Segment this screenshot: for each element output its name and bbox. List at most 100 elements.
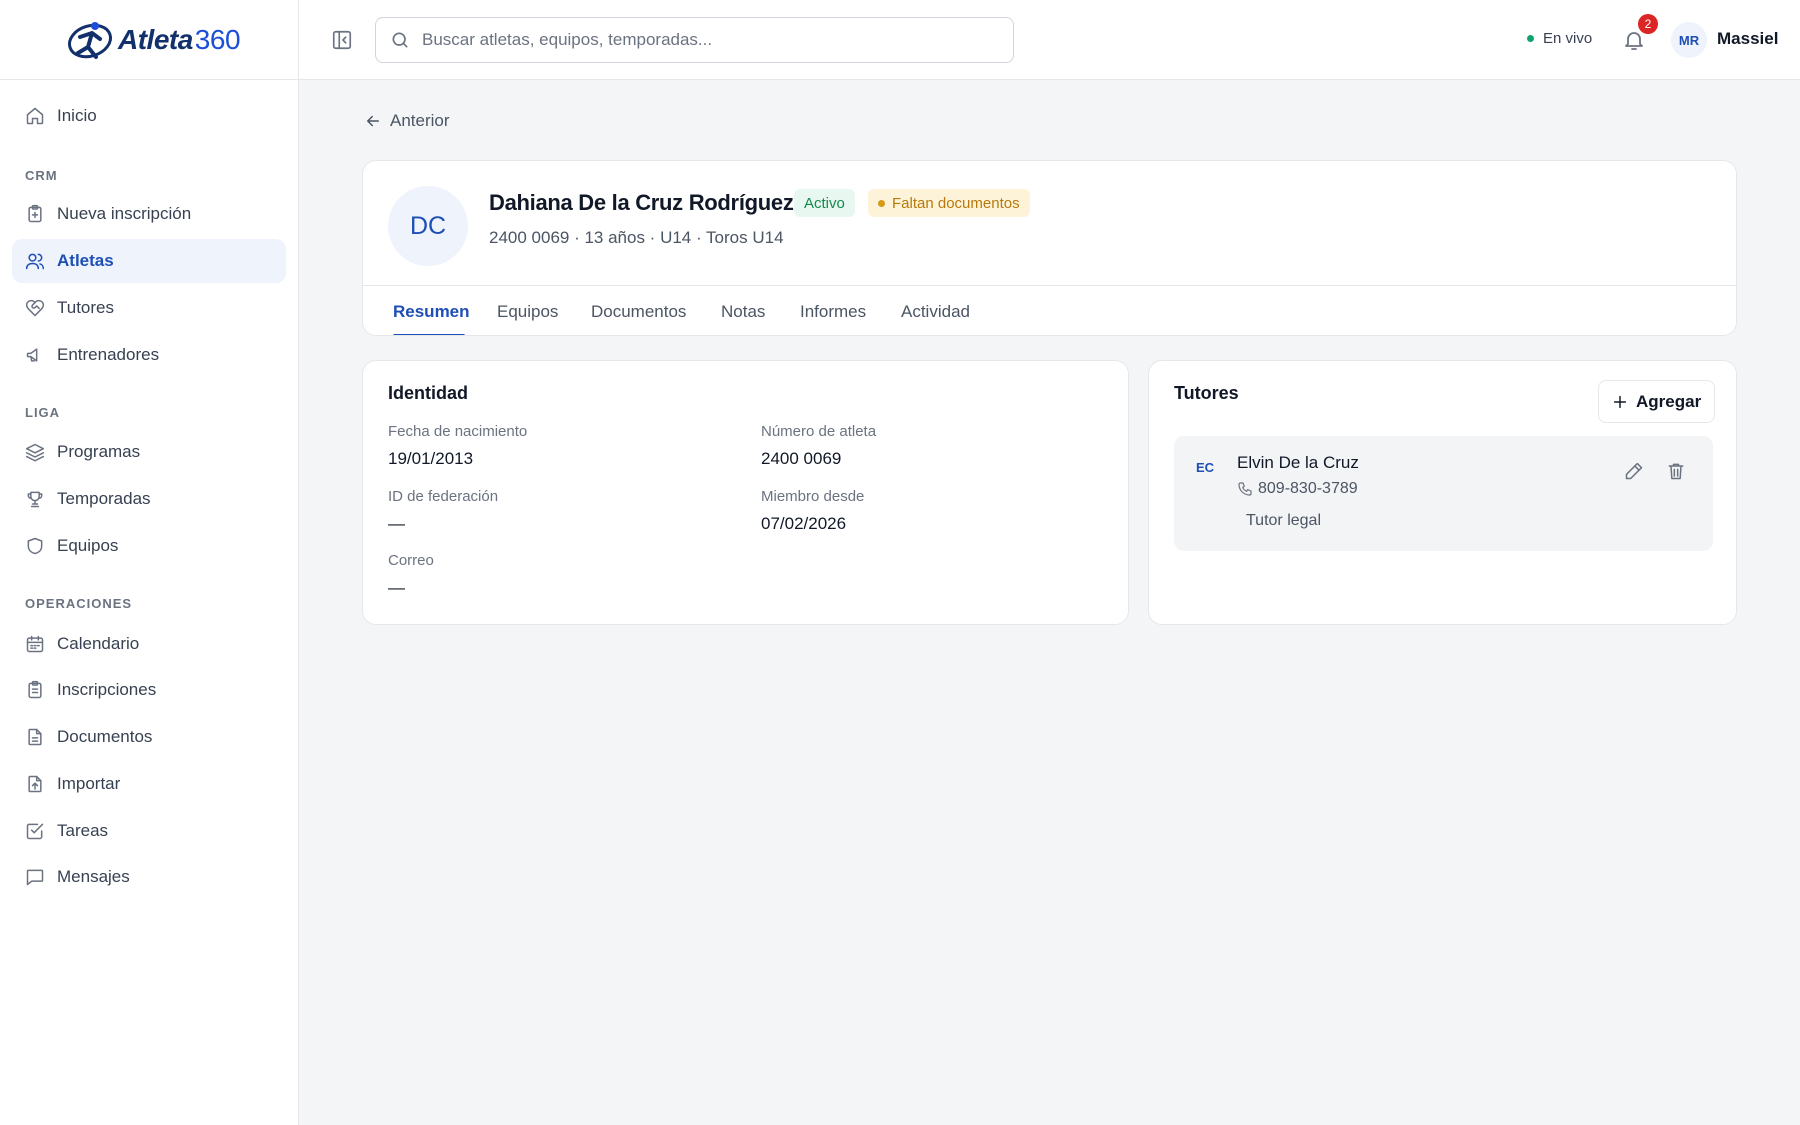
sidebar-item-label: Atletas — [57, 251, 114, 270]
layers-icon — [25, 443, 45, 462]
sidebar-item-label: Entrenadores — [57, 345, 160, 364]
sidebar-item-documentos[interactable]: Documentos — [12, 715, 286, 759]
live-dot-icon — [1527, 35, 1534, 42]
megaphone-icon — [26, 348, 38, 362]
sidebar-toggle-icon[interactable] — [331, 29, 353, 51]
calendar-icon — [26, 635, 44, 653]
sidebar-item-label: Tutores — [57, 298, 115, 317]
back-link[interactable]: Anterior — [364, 111, 450, 131]
sidebar-item-programas[interactable]: Programas — [12, 430, 286, 474]
tutor-avatar: EC — [1196, 460, 1215, 475]
missing-documents-badge: Faltan documentos — [868, 189, 1030, 217]
document-icon — [28, 728, 42, 746]
tutors-card: Tutores Agregar EC Elvin De la Cruz 809-… — [1148, 360, 1737, 625]
sidebar-item-entrenadores[interactable]: Entrenadores — [12, 333, 286, 377]
sidebar-item-inicio[interactable]: Inicio — [12, 94, 286, 138]
athlete-subtitle: 2400 0069 · 13 años · U14 · Toros U14 — [489, 228, 784, 247]
tutor-phone: 809-830-3789 — [1237, 480, 1358, 498]
tab-actividad[interactable]: Actividad — [901, 302, 970, 322]
athlete-avatar: DC — [388, 186, 468, 266]
active-tab-indicator — [393, 334, 465, 335]
sidebar-item-label: Temporadas — [57, 489, 151, 508]
check-square-icon — [26, 823, 44, 840]
live-status: En vivo — [1527, 30, 1592, 47]
message-icon — [26, 869, 44, 886]
back-label: Anterior — [390, 111, 450, 130]
tutor-role: Tutor legal — [1246, 512, 1321, 529]
tab-informes[interactable]: Informes — [800, 302, 866, 322]
email-value: — — [388, 578, 405, 597]
sidebar-item-equipos[interactable]: Equipos — [12, 524, 286, 568]
birth-date-value: 19/01/2013 — [388, 449, 474, 468]
sidebar-item-label: Programas — [57, 442, 141, 461]
trash-icon[interactable] — [1666, 461, 1686, 481]
member-since-value: 07/02/2026 — [761, 514, 847, 533]
user-name[interactable]: Massiel — [1717, 29, 1778, 49]
status-badge: Activo — [794, 189, 855, 217]
notification-badge: 2 — [1638, 14, 1658, 34]
live-label: En vivo — [1543, 30, 1593, 47]
brand-name: Atleta — [118, 23, 193, 55]
sidebar-item-label: Equipos — [57, 536, 119, 555]
birth-date-label: Fecha de nacimiento — [388, 423, 528, 440]
sidebar-item-nueva-inscripcion[interactable]: Nueva inscripción — [12, 192, 286, 236]
heart-handshake-icon — [25, 299, 45, 317]
sidebar: Atleta 360 Inicio CRM Nueva inscripción … — [0, 0, 299, 1125]
profile-tabs: Resumen Equipos Documentos Notas Informe… — [363, 285, 1736, 335]
users-icon — [25, 253, 45, 270]
plus-icon — [1613, 395, 1627, 408]
email-label: Correo — [388, 552, 434, 569]
athlete-profile-card: DC Dahiana De la Cruz Rodríguez Activo F… — [362, 160, 1737, 336]
sidebar-item-label: Tareas — [57, 821, 109, 840]
identity-card: Identidad Fecha de nacimiento 19/01/2013… — [362, 360, 1129, 625]
sidebar-item-inscripciones[interactable]: Inscripciones — [12, 668, 286, 712]
arrow-left-icon — [367, 115, 379, 127]
nav-section-liga: LIGA — [25, 405, 61, 420]
sidebar-item-label: Calendario — [57, 634, 140, 653]
tab-documentos[interactable]: Documentos — [591, 302, 686, 322]
tab-equipos[interactable]: Equipos — [497, 302, 558, 322]
add-tutor-button[interactable]: Agregar — [1598, 380, 1716, 423]
athlete-number-label: Número de atleta — [761, 423, 877, 440]
sidebar-item-label: Documentos — [57, 727, 153, 746]
file-upload-icon — [28, 775, 42, 793]
tab-resumen[interactable]: Resumen — [393, 302, 470, 322]
tutor-name: Elvin De la Cruz — [1237, 453, 1359, 472]
athlete-name: Dahiana De la Cruz Rodríguez — [489, 190, 794, 215]
trophy-icon — [27, 491, 43, 508]
sidebar-item-label: Nueva inscripción — [57, 204, 192, 223]
identity-title: Identidad — [388, 383, 468, 403]
shield-icon — [27, 537, 43, 555]
tutors-title: Tutores — [1174, 383, 1239, 403]
user-avatar[interactable]: MR — [1671, 22, 1707, 58]
sidebar-item-label: Inscripciones — [57, 680, 157, 699]
missing-documents-label: Faltan documentos — [892, 194, 1020, 212]
sidebar-item-atletas[interactable]: Atletas — [12, 239, 286, 283]
top-bar: En vivo 2 MR Massiel — [299, 0, 1800, 80]
sidebar-item-label: Inicio — [57, 106, 97, 125]
brand-number: 360 — [194, 23, 241, 55]
search-box[interactable] — [375, 17, 1014, 63]
search-input[interactable] — [422, 30, 982, 50]
tutor-phone-number: 809-830-3789 — [1258, 480, 1358, 497]
warning-dot-icon — [878, 199, 885, 207]
sidebar-item-tareas[interactable]: Tareas — [12, 809, 286, 853]
sidebar-item-temporadas[interactable]: Temporadas — [12, 477, 286, 521]
sidebar-item-label: Importar — [57, 774, 121, 793]
search-icon — [392, 32, 408, 48]
brand-logo[interactable]: Atleta 360 — [0, 0, 298, 80]
tutor-list-item: EC Elvin De la Cruz 809-830-3789 Tutor l… — [1174, 436, 1713, 551]
athlete-logo-icon — [67, 21, 113, 59]
athlete-number-value: 2400 0069 — [761, 449, 842, 468]
phone-icon — [1238, 482, 1252, 496]
sidebar-item-mensajes[interactable]: Mensajes — [12, 855, 286, 899]
nav-section-operaciones: OPERACIONES — [25, 596, 133, 611]
tab-notas[interactable]: Notas — [721, 302, 765, 322]
member-since-label: Miembro desde — [761, 488, 865, 505]
pencil-icon[interactable] — [1624, 461, 1644, 481]
sidebar-item-tutores[interactable]: Tutores — [12, 286, 286, 330]
clipboard-icon — [28, 680, 42, 699]
add-tutor-label: Agregar — [1636, 391, 1702, 411]
sidebar-item-importar[interactable]: Importar — [12, 762, 286, 806]
sidebar-item-calendario[interactable]: Calendario — [12, 622, 286, 666]
